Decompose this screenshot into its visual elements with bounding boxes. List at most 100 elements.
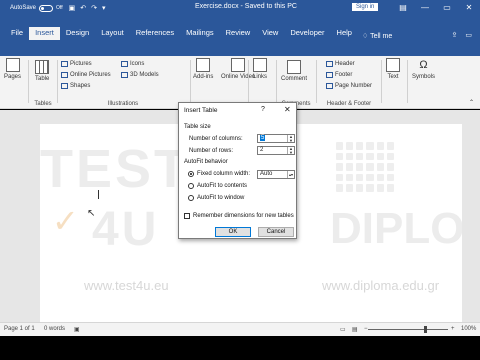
zoom-out-icon[interactable]: − bbox=[364, 326, 368, 332]
text-icon bbox=[386, 58, 400, 72]
sign-in-button[interactable]: Sign in bbox=[352, 3, 379, 11]
zoom-slider-thumb[interactable] bbox=[424, 326, 427, 333]
status-bar: Page 1 of 1 0 words ▣ ▭ ▤ − + 100% bbox=[0, 322, 480, 336]
checkbox-icon bbox=[184, 213, 190, 219]
ribbon-separator bbox=[190, 60, 191, 103]
zoom-in-icon[interactable]: + bbox=[451, 326, 455, 332]
links-label: Links bbox=[253, 74, 268, 80]
collapse-ribbon-icon[interactable]: ⌃ bbox=[469, 99, 474, 106]
watermark-check-icon: ✓ bbox=[52, 203, 79, 239]
lightbulb-icon: ♢ bbox=[361, 33, 369, 40]
fixed-width-spinner[interactable]: Auto ▴▾ bbox=[257, 170, 295, 179]
help-button[interactable]: ? bbox=[261, 106, 265, 113]
tab-mailings[interactable]: Mailings bbox=[180, 27, 220, 40]
tab-design[interactable]: Design bbox=[60, 27, 95, 40]
tell-me-label: Tell me bbox=[370, 33, 393, 40]
autosave-state: Off bbox=[56, 5, 63, 11]
comments-icon[interactable]: ▭ bbox=[465, 31, 472, 39]
autofit-contents-radio[interactable]: AutoFit to contents bbox=[188, 183, 247, 189]
zoom-level[interactable]: 100% bbox=[461, 326, 476, 332]
spinner-arrows-icon[interactable]: ▲ ▼ bbox=[287, 135, 294, 142]
tab-developer[interactable]: Developer bbox=[284, 27, 330, 40]
autosave-toggle[interactable] bbox=[39, 4, 54, 12]
save-icon[interactable]: ▣ bbox=[69, 4, 76, 12]
spinner-arrows-icon[interactable]: ▲ ▼ bbox=[287, 147, 294, 154]
links-button[interactable]: Links bbox=[253, 58, 267, 80]
online-pictures-button[interactable]: Online Pictures bbox=[61, 72, 111, 78]
print-layout-icon[interactable]: ▤ bbox=[352, 326, 358, 333]
remember-dimensions-checkbox[interactable]: Remember dimensions for new tables bbox=[184, 213, 294, 219]
columns-value: 5 bbox=[260, 135, 266, 141]
illustrations-group-label: Illustrations bbox=[107, 101, 139, 107]
customize-qat-icon[interactable]: ▾ bbox=[102, 4, 106, 12]
ribbon-tabs: File Insert Design Layout References Mai… bbox=[0, 27, 480, 40]
comment-button[interactable]: Comment bbox=[281, 60, 307, 82]
minimize-button[interactable]: — bbox=[414, 0, 436, 16]
zoom-slider[interactable] bbox=[368, 329, 448, 330]
read-mode-icon[interactable]: ▭ bbox=[340, 326, 346, 333]
fixed-width-radio[interactable]: Fixed column width: bbox=[188, 171, 250, 177]
tab-view[interactable]: View bbox=[256, 27, 284, 40]
pictures-label: Pictures bbox=[70, 61, 92, 67]
watermark-diploma: DIPLOMA bbox=[330, 204, 462, 253]
ribbon-display-icon[interactable]: ▤ bbox=[392, 0, 414, 16]
tab-references[interactable]: References bbox=[130, 27, 180, 40]
cancel-button[interactable]: Cancel bbox=[258, 227, 294, 237]
window-controls: ▤ — ▭ ✕ bbox=[392, 0, 480, 16]
3d-models-icon bbox=[121, 72, 128, 78]
autosave[interactable]: AutoSave Off bbox=[10, 4, 63, 12]
footer-button[interactable]: Footer bbox=[326, 72, 352, 78]
close-button[interactable]: ✕ bbox=[458, 0, 480, 16]
watermark-4u: 4U bbox=[92, 203, 160, 256]
redo-icon[interactable]: ↷ bbox=[91, 4, 97, 12]
pictures-icon bbox=[61, 61, 68, 67]
addins-icon bbox=[196, 58, 211, 72]
symbols-button[interactable]: Ω Symbols bbox=[412, 58, 435, 80]
autofit-behavior-label: AutoFit behavior bbox=[184, 159, 228, 165]
tab-review[interactable]: Review bbox=[220, 27, 257, 40]
autofit-window-radio[interactable]: AutoFit to window bbox=[188, 195, 244, 201]
tell-me-box[interactable]: ♢ Tell me bbox=[362, 32, 392, 40]
header-label: Header bbox=[335, 61, 355, 67]
text-label: Text bbox=[387, 74, 399, 80]
dialog-close-button[interactable]: ✕ bbox=[284, 105, 291, 114]
tab-file[interactable]: File bbox=[5, 27, 29, 40]
tab-layout[interactable]: Layout bbox=[95, 27, 130, 40]
share-icon[interactable]: ⇪ bbox=[452, 31, 458, 39]
radio-icon bbox=[188, 183, 194, 189]
pages-button[interactable]: Pages bbox=[4, 58, 21, 80]
pictures-button[interactable]: Pictures bbox=[61, 61, 92, 67]
word-count[interactable]: 0 words bbox=[44, 326, 65, 332]
proofing-icon[interactable]: ▣ bbox=[74, 326, 80, 333]
spinner-arrows-icon[interactable]: ▴▾ bbox=[287, 171, 294, 178]
icons-button[interactable]: Icons bbox=[121, 61, 144, 67]
undo-icon[interactable]: ↶ bbox=[80, 4, 86, 12]
tab-right-icons: ⇪ ▭ bbox=[452, 31, 473, 39]
table-button[interactable]: Table bbox=[35, 60, 49, 82]
comment-icon bbox=[287, 60, 301, 74]
tab-insert[interactable]: Insert bbox=[29, 27, 60, 40]
text-button[interactable]: Text bbox=[386, 58, 400, 80]
group-illustrations: Pictures Online Pictures Shapes Icons 3D… bbox=[59, 58, 187, 107]
vertical-scrollbar[interactable] bbox=[472, 110, 480, 322]
page-number-button[interactable]: Page Number bbox=[326, 83, 372, 89]
ribbon-separator bbox=[57, 60, 58, 103]
page-count[interactable]: Page 1 of 1 bbox=[4, 326, 35, 332]
maximize-button[interactable]: ▭ bbox=[436, 0, 458, 16]
tab-help[interactable]: Help bbox=[331, 27, 358, 40]
watermark-url-test4u: www.test4u.eu bbox=[84, 278, 169, 293]
ok-button[interactable]: OK bbox=[215, 227, 251, 237]
columns-spinner[interactable]: 5 ▲ ▼ bbox=[257, 134, 295, 143]
rows-spinner[interactable]: 2 ▲ ▼ bbox=[257, 146, 295, 155]
3d-models-button[interactable]: 3D Models bbox=[121, 72, 159, 78]
header-icon bbox=[326, 61, 333, 67]
footer-label: Footer bbox=[335, 72, 353, 78]
mouse-pointer-icon: ↖ bbox=[87, 208, 96, 219]
online-video-label: Online Video bbox=[221, 74, 256, 80]
shapes-button[interactable]: Shapes bbox=[61, 83, 90, 89]
header-button[interactable]: Header bbox=[326, 61, 355, 67]
addins-button[interactable]: Add-ins bbox=[193, 58, 213, 80]
rows-value: 2 bbox=[260, 147, 264, 153]
icons-label: Icons bbox=[130, 61, 145, 67]
online-video-button[interactable]: Online Video bbox=[221, 58, 255, 80]
